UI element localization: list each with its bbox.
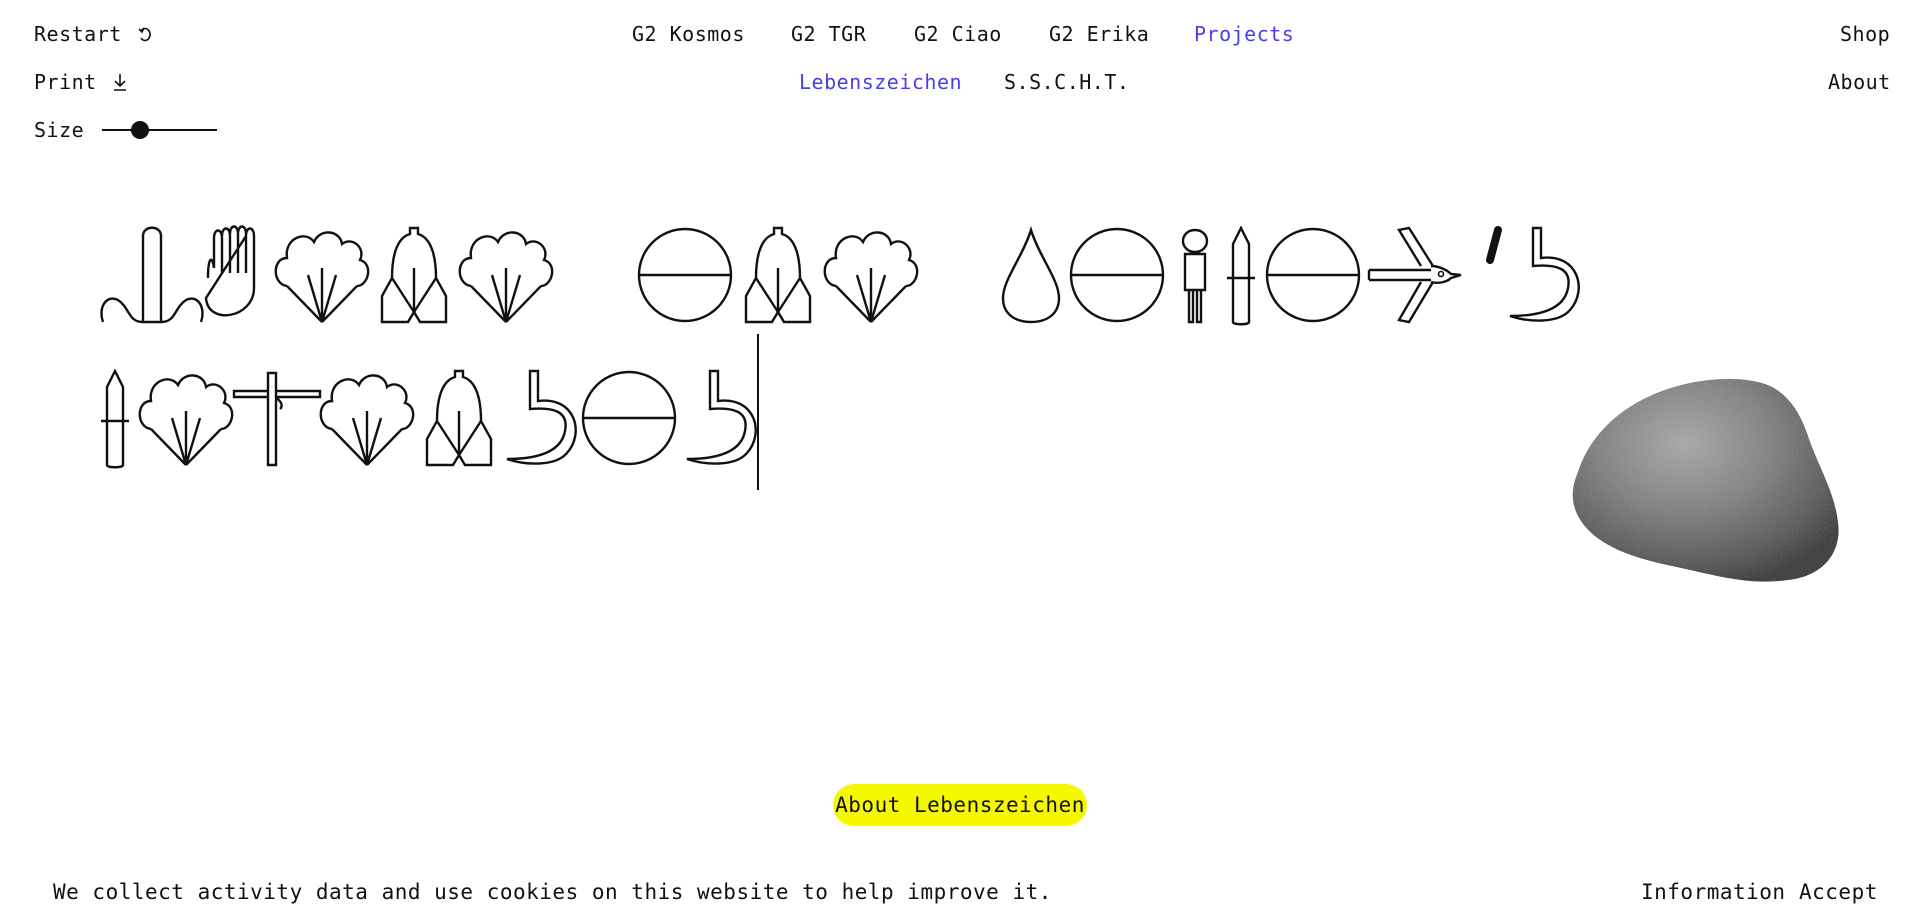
glyph-knife <box>99 369 131 469</box>
glyph-cross <box>232 371 322 467</box>
glyph-tree <box>138 374 234 467</box>
cookie-information-link[interactable]: Information <box>1641 880 1786 904</box>
glyph-apostrophe <box>1486 226 1502 264</box>
glyph-circle <box>581 370 677 466</box>
glyph-tree <box>274 231 370 324</box>
cookie-accept-button[interactable]: Accept <box>1799 880 1878 904</box>
glyph-circle <box>1069 227 1165 323</box>
glyph-bell <box>380 226 448 324</box>
glyph-sickle <box>505 369 577 465</box>
glyph-circle <box>637 227 733 323</box>
glyph-bell <box>425 369 493 467</box>
glyph-sickle <box>685 369 757 465</box>
glyph-tree <box>823 231 919 324</box>
glyph-bell <box>744 226 812 324</box>
text-cursor <box>757 334 759 490</box>
about-lebenszeichen-button[interactable]: About Lebenszeichen <box>833 784 1087 826</box>
glyph-hand <box>204 225 256 317</box>
stone-image <box>1572 378 1839 582</box>
glyph-sickle <box>1508 226 1580 322</box>
glyph-drop <box>1001 225 1061 324</box>
glyph-bird <box>1367 226 1462 324</box>
glyph-tree <box>458 231 554 324</box>
glyph-circle <box>1265 227 1361 323</box>
glyph-tree <box>319 374 415 467</box>
glyph-nose <box>100 226 204 324</box>
glyph-person <box>1181 228 1209 324</box>
cookie-message: We collect activity data and use cookies… <box>53 880 1052 904</box>
glyph-knife <box>1225 226 1257 326</box>
